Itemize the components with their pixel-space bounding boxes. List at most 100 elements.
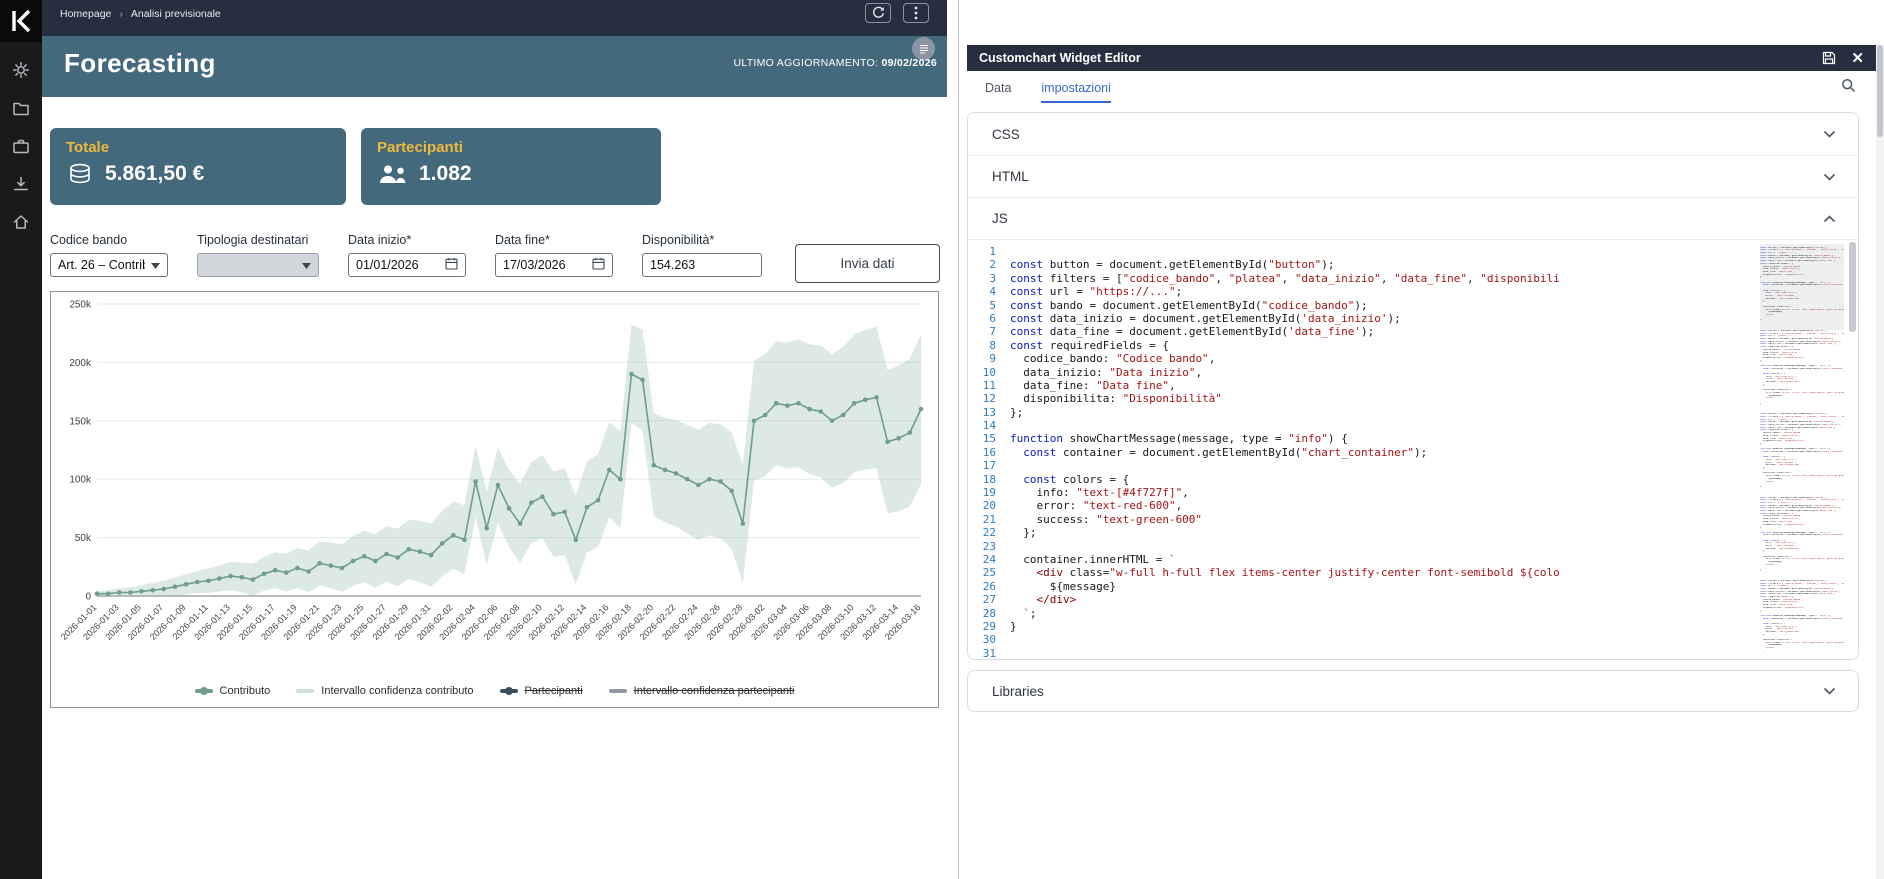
folder-icon[interactable] (12, 99, 30, 117)
breadcrumb-homepage[interactable]: Homepage (60, 8, 111, 20)
code-line[interactable]: 8 const requiredFields = { (968, 339, 1758, 352)
filter-tipologia-destinatari: Tipologia destinatari (197, 233, 319, 277)
code-line[interactable]: 6 const data_inizio = document.getElement… (968, 312, 1758, 325)
panel-scrollbar[interactable] (1876, 45, 1884, 879)
legend-swatch (499, 686, 518, 695)
editor-minimap[interactable]: const button = document.getElementById("… (1760, 244, 1844, 653)
accordion-css[interactable]: CSS (968, 113, 1858, 155)
legend-item-contributo[interactable]: Contributo (194, 685, 271, 697)
search-icon[interactable] (1841, 78, 1856, 98)
line-number: 16 (982, 445, 996, 459)
code-line[interactable]: 9 codice_bando: "Codice bando", (968, 352, 1758, 365)
editor-scrollbar-thumb[interactable] (1849, 242, 1856, 332)
code-line[interactable]: 13}; (968, 406, 1758, 419)
legend-item-intervallo-confidenza-contributo[interactable]: Intervallo confidenza contributo (296, 685, 474, 697)
settings-accordion: CSS HTML JS 1 2 const button = document.g… (967, 112, 1859, 660)
editor-scrollbar[interactable] (1846, 240, 1858, 659)
code-line[interactable]: 21 success: "text-green-600" (968, 513, 1758, 526)
code-line[interactable]: 14 (968, 419, 1758, 432)
legend-item-intervallo-confidenza-partecipanti[interactable]: Intervallo confidenza partecipanti (608, 685, 794, 697)
chevron-down-icon (1823, 173, 1836, 181)
data-inizio-input[interactable]: 01/01/2026 (348, 253, 466, 277)
codice-bando-select[interactable]: Art. 26 – Contribu (50, 253, 168, 277)
save-icon[interactable] (1822, 51, 1836, 65)
code-line[interactable]: 23 (968, 540, 1758, 553)
code-line[interactable]: 26 ${message} (968, 580, 1758, 593)
invia-dati-button[interactable]: Invia dati (795, 244, 940, 283)
line-number: 19 (982, 486, 996, 500)
code-line[interactable]: 11 data_fine: "Data fine", (968, 379, 1758, 392)
code-line[interactable]: 10 data_inizio: "Data inizio", (968, 366, 1758, 379)
filter-disponibilit: Disponibilità* 154.263 (642, 233, 762, 277)
panel-scrollbar-thumb[interactable] (1877, 45, 1883, 137)
code-line[interactable]: 4 const url = "https://..."; (968, 285, 1758, 298)
accordion-html[interactable]: HTML (968, 155, 1858, 197)
code-line[interactable]: 30 (968, 633, 1758, 646)
code-line[interactable]: 19 info: "text-[#4f727f]", (968, 486, 1758, 499)
more-options-button[interactable] (903, 3, 929, 23)
code-line[interactable]: 18 const colors = { (968, 473, 1758, 486)
line-number: 14 (982, 419, 996, 433)
legend-item-partecipanti[interactable]: Partecipanti (499, 685, 583, 697)
code-line[interactable]: 25 <div class="w-full h-full flex items-… (968, 566, 1758, 579)
tipologia-destinatari-select[interactable] (197, 253, 319, 277)
code-line[interactable]: 5 const bando = document.getElementById("… (968, 299, 1758, 312)
code-line[interactable]: 12 disponibilita: "Disponibilità" (968, 392, 1758, 405)
home-icon[interactable] (12, 213, 30, 231)
line-number: 24 (982, 552, 996, 566)
minimap-viewport[interactable] (1760, 244, 1844, 330)
accordion-libraries[interactable]: Libraries (967, 670, 1859, 712)
calendar-icon[interactable] (592, 257, 605, 273)
line-number: 12 (982, 392, 996, 406)
line-number: 4 (989, 285, 996, 299)
refresh-button[interactable] (865, 3, 891, 23)
download-icon[interactable] (12, 175, 30, 193)
code-line[interactable]: 7 const data_fine = document.getElementBy… (968, 325, 1758, 338)
stat-label: Totale (66, 139, 110, 156)
code-line[interactable]: 28 `; (968, 607, 1758, 620)
code-line[interactable]: 16 const container = document.getElement… (968, 446, 1758, 459)
line-number: 27 (982, 593, 996, 607)
code-line[interactable]: 22 }; (968, 526, 1758, 539)
code-editor[interactable]: 1 2 const button = document.getElementByI… (968, 239, 1858, 659)
chevron-down-icon (1823, 130, 1836, 138)
code-line[interactable]: 27 </div> (968, 593, 1758, 606)
line-number: 2 (989, 258, 996, 272)
line-number: 29 (982, 619, 996, 633)
code-line[interactable]: 2 const button = document.getElementById(… (968, 258, 1758, 271)
tab-data[interactable]: Data (985, 81, 1011, 103)
briefcase-icon[interactable] (12, 137, 30, 155)
line-number: 5 (989, 298, 996, 312)
calendar-icon[interactable] (445, 257, 458, 273)
line-number: 22 (982, 526, 996, 540)
line-number: 26 (982, 579, 996, 593)
code-line[interactable]: 24 container.innerHTML = ` (968, 553, 1758, 566)
tab-impostazioni[interactable]: impostazioni (1041, 81, 1111, 103)
code-line[interactable]: 29} (968, 620, 1758, 633)
svg-text:200k: 200k (69, 358, 92, 369)
line-number: 13 (982, 405, 996, 419)
last-update: ULTIMO AGGIORNAMENTO: 09/02/2026 (733, 57, 937, 69)
svg-text:0: 0 (85, 592, 91, 603)
chevron-down-icon (151, 258, 160, 272)
code-line[interactable]: 31 (968, 647, 1758, 659)
code-line[interactable]: 15 function showChartMessage(message, typ… (968, 432, 1758, 445)
line-number: 30 (982, 633, 996, 647)
code-line[interactable]: 3 const filters = ["codice_bando", "plate… (968, 272, 1758, 285)
code-line[interactable]: 17 (968, 459, 1758, 472)
code-lines[interactable]: 1 2 const button = document.getElementByI… (968, 245, 1758, 659)
code-line[interactable]: 1 (968, 245, 1758, 258)
chart-legend: Contributo Intervallo confidenza contribu… (51, 685, 938, 697)
chevron-down-icon (1823, 687, 1836, 695)
code-line[interactable]: 20 error: "text-red-600", (968, 499, 1758, 512)
settings-gear-icon[interactable] (12, 61, 30, 79)
data-fine-input[interactable]: 17/03/2026 (495, 253, 613, 277)
disponibilit-input[interactable]: 154.263 (642, 253, 762, 277)
app-logo[interactable] (0, 0, 42, 42)
accordion-js[interactable]: JS (968, 197, 1858, 239)
chevron-up-icon (1823, 214, 1836, 222)
close-icon[interactable]: ✕ (1851, 51, 1864, 66)
filter-label: Data fine* (495, 233, 550, 247)
legend-label: Contributo (219, 685, 271, 697)
stat-value: 1.082 (419, 162, 472, 185)
